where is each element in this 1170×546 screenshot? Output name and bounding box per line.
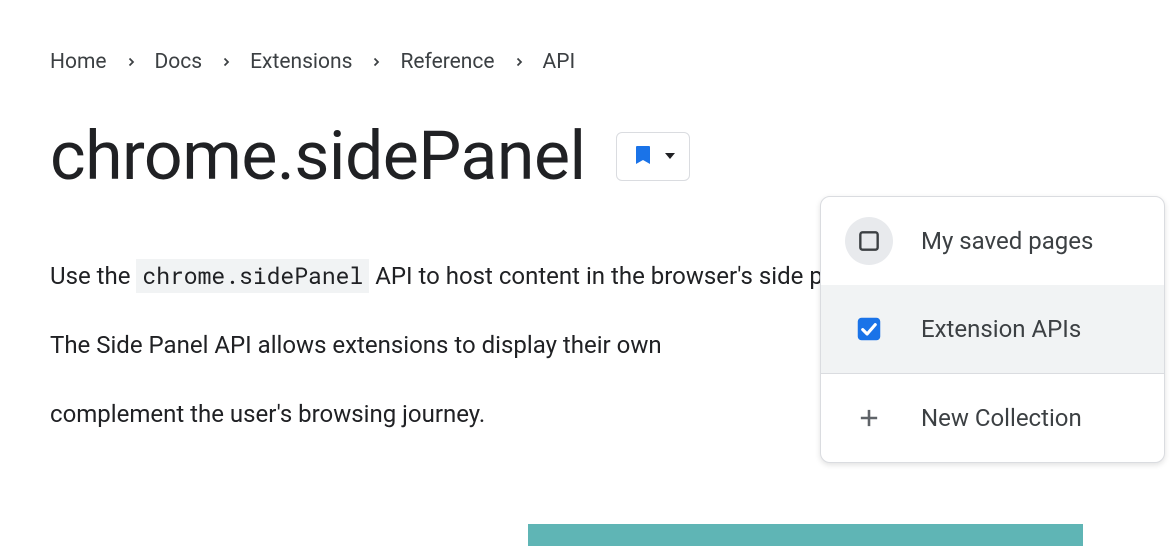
dropdown-item-label: New Collection xyxy=(921,404,1082,432)
dropdown-item-my-saved-pages[interactable]: My saved pages xyxy=(821,197,1164,285)
breadcrumb-docs[interactable]: Docs xyxy=(155,50,203,74)
breadcrumb-extensions[interactable]: Extensions xyxy=(250,50,352,74)
text: Use the xyxy=(50,262,136,290)
text: The Side Panel API allows extensions to … xyxy=(50,331,662,359)
title-row: chrome.sidePanel My saved pages Extensio… xyxy=(50,116,1170,196)
checkbox-checked-icon xyxy=(845,305,893,353)
chevron-right-icon xyxy=(125,56,137,68)
text: complement the user's browsing journey. xyxy=(50,400,485,428)
dropdown-item-label: My saved pages xyxy=(921,227,1093,255)
dropdown-item-label: Extension APIs xyxy=(921,315,1081,343)
plus-icon xyxy=(845,394,893,442)
bookmark-dropdown-menu: My saved pages Extension APIs New Collec… xyxy=(820,196,1165,463)
chevron-right-icon xyxy=(370,56,382,68)
page-title: chrome.sidePanel xyxy=(50,116,586,196)
breadcrumb-api[interactable]: API xyxy=(543,50,576,74)
bookmark-icon xyxy=(631,143,655,170)
caret-down-icon xyxy=(665,153,675,159)
bookmark-dropdown-button[interactable] xyxy=(616,132,690,181)
checkbox-unchecked-icon xyxy=(845,217,893,265)
breadcrumb: Home Docs Extensions Reference API xyxy=(50,50,1170,74)
image-placeholder xyxy=(528,524,1083,546)
chevron-right-icon xyxy=(513,56,525,68)
dropdown-item-new-collection[interactable]: New Collection xyxy=(821,374,1164,462)
breadcrumb-home[interactable]: Home xyxy=(50,50,107,74)
breadcrumb-reference[interactable]: Reference xyxy=(400,50,494,74)
chevron-right-icon xyxy=(220,56,232,68)
dropdown-item-extension-apis[interactable]: Extension APIs xyxy=(821,285,1164,373)
inline-code: chrome.sidePanel xyxy=(136,259,369,293)
